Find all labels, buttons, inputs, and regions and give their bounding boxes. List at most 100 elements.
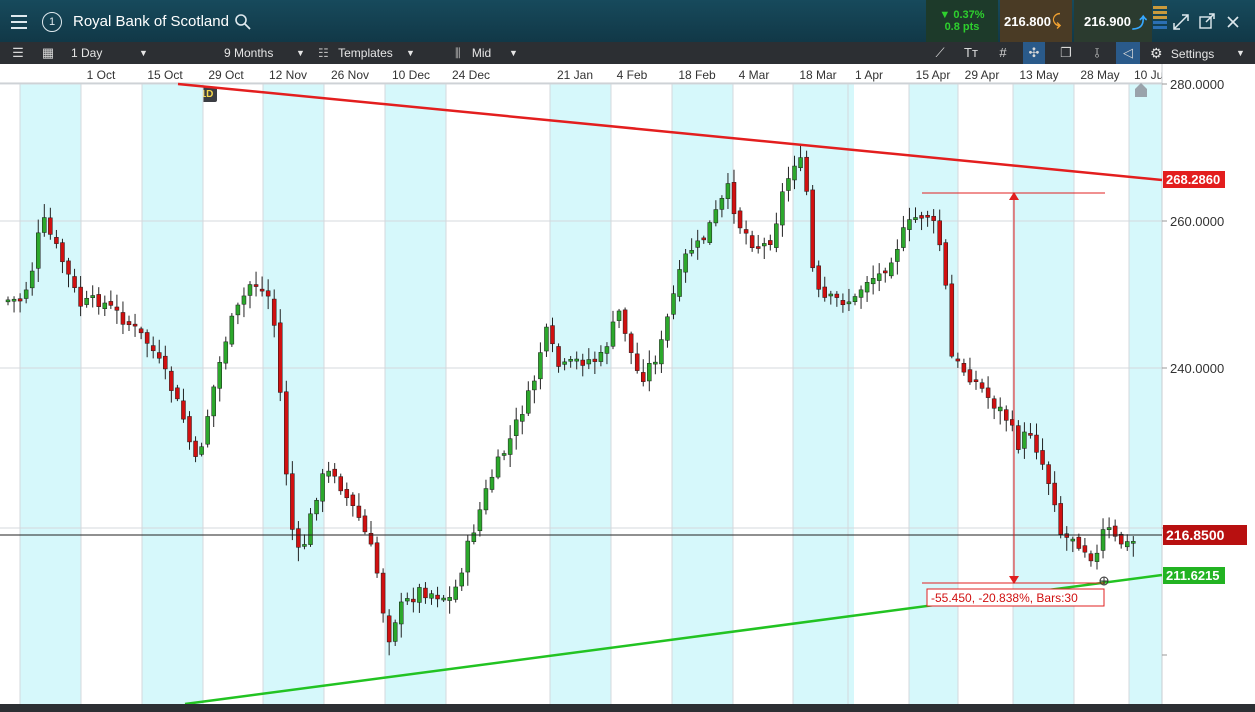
layers-icon[interactable]: ❐ [1055, 42, 1077, 64]
candle [102, 295, 108, 316]
tab-number-badge[interactable]: 1 [42, 12, 62, 32]
candle [96, 287, 101, 315]
week-band [793, 83, 854, 705]
week-band [142, 83, 203, 705]
candle [1100, 518, 1106, 559]
candle [889, 257, 894, 279]
candle [762, 237, 767, 260]
candle [338, 473, 343, 495]
candle [647, 350, 652, 392]
week-band [263, 83, 324, 705]
candle [810, 184, 815, 272]
candle [961, 358, 967, 376]
candle [253, 271, 259, 297]
price-mode-select[interactable]: ⫼ Mid ▼ [455, 42, 520, 64]
candle [284, 380, 289, 486]
candle [628, 331, 634, 365]
chevron-down-icon: ▼ [139, 48, 148, 58]
gear-icon: ⚙ [1150, 45, 1163, 61]
candle [997, 397, 1003, 425]
templates-label: Templates [338, 46, 393, 60]
candle [114, 294, 120, 324]
week-band [909, 83, 958, 705]
candle [217, 356, 222, 402]
candle [368, 521, 374, 547]
depth-bars-icon[interactable] [1153, 4, 1167, 38]
settings-button[interactable]: ⚙ Settings ▼ [1150, 42, 1248, 65]
buy-price-button[interactable]: 216.900 ⤴ [1074, 0, 1152, 42]
candle [1076, 533, 1082, 551]
candle [1004, 405, 1009, 432]
hamburger-menu-icon[interactable] [8, 12, 30, 32]
chevron-down-icon: ▼ [296, 48, 305, 58]
price-axis [1162, 64, 1255, 706]
candle [780, 183, 785, 237]
x-tick-label: 18 Feb [678, 68, 716, 82]
candle-type-icon: ⫼ [455, 46, 461, 60]
interval-select[interactable]: 1 Day ▼ [71, 42, 148, 64]
candle [471, 524, 477, 545]
candle [278, 309, 283, 402]
candle [786, 166, 791, 202]
chevron-down-icon: ▼ [1236, 48, 1245, 58]
candle [5, 296, 11, 306]
current-price-tag: 216.8500 [1163, 525, 1247, 545]
candle [501, 450, 507, 461]
change-points: 0.8 pts [944, 21, 980, 33]
candle [985, 376, 991, 409]
candle [362, 509, 368, 535]
candle [949, 274, 955, 359]
x-tick-label: 29 Oct [208, 68, 244, 82]
candle [247, 281, 253, 309]
x-tick-label: 29 Apr [965, 68, 1000, 82]
shape-icon[interactable]: ◁ [1116, 42, 1140, 64]
period-select[interactable]: 9 Months ▼ [224, 42, 306, 64]
candle [864, 276, 870, 302]
sell-price: 216.800 [1004, 14, 1051, 29]
x-tick-label: 21 Jan [557, 68, 593, 82]
expand-icon[interactable] [1172, 13, 1190, 31]
sell-price-button[interactable]: 216.800 ⤹ [1000, 0, 1072, 42]
candle [610, 310, 616, 350]
templates-icon: ☷ [318, 46, 329, 60]
chart-canvas[interactable]: 1 Oct 15 Oct 29 Oct 12 Nov 26 Nov 10 Dec 24 De… [0, 64, 1255, 706]
grid-icon[interactable]: # [992, 42, 1014, 64]
candle [1112, 519, 1118, 542]
y-tick-label: 280.0000 [1170, 77, 1224, 92]
draw-line-icon[interactable]: ⟋ [929, 42, 951, 64]
indicator-icon[interactable]: ⫱ [1086, 42, 1108, 64]
svg-text:268.2860: 268.2860 [1166, 172, 1220, 187]
candle [526, 381, 531, 416]
x-tick-label: 12 Nov [269, 68, 307, 82]
down-arrow-icon: ⤹ [1052, 12, 1062, 29]
candle [507, 425, 513, 467]
change-percent: ▼ 0.37% [939, 9, 985, 21]
popout-icon[interactable] [1198, 13, 1216, 31]
candle [211, 384, 216, 427]
period-label: 9 Months [224, 46, 274, 60]
candle [344, 482, 350, 506]
candle [532, 375, 537, 404]
watchlist-icon[interactable]: ☰ [8, 42, 28, 64]
close-icon[interactable] [1224, 13, 1242, 31]
candle [223, 336, 229, 370]
candle [459, 567, 464, 591]
x-tick-label: 18 Mar [799, 68, 836, 82]
layout-icon[interactable]: ▦ [38, 42, 58, 64]
up-arrow-icon: ⤴ [1132, 15, 1148, 32]
candle [332, 463, 337, 484]
candle [653, 355, 658, 375]
search-icon[interactable] [234, 13, 252, 31]
candle [883, 267, 888, 283]
candle [513, 407, 519, 450]
templates-button[interactable]: ☷ Templates ▼ [318, 42, 418, 64]
price-change: ▼ 0.37% 0.8 pts [926, 0, 998, 42]
candle [804, 150, 809, 196]
crosshair-icon[interactable]: ✣ [1023, 42, 1045, 64]
text-tool-icon[interactable]: Tт [960, 42, 982, 64]
candle [616, 308, 622, 329]
candle [90, 285, 95, 308]
candle [1082, 537, 1088, 558]
price-chart[interactable]: 1 Oct 15 Oct 29 Oct 12 Nov 26 Nov 10 Dec 24 De… [0, 64, 1255, 706]
candle [483, 479, 489, 515]
